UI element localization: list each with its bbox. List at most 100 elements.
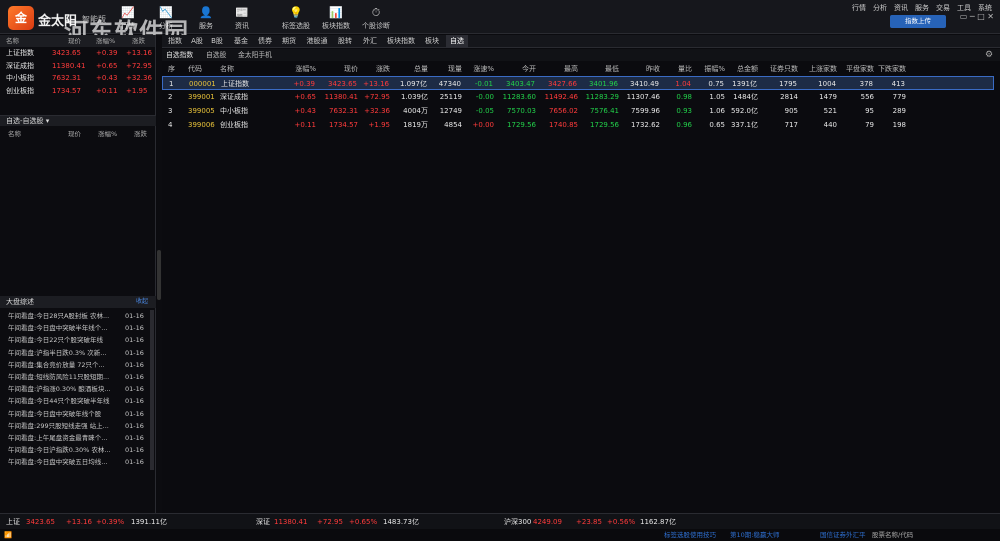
news-collapse-link[interactable]: 收起	[136, 296, 148, 308]
toolbar-trend-button[interactable]: 📉 分析	[146, 6, 186, 31]
tab-6[interactable]: 港股通	[302, 35, 332, 48]
header-cell[interactable]: 证券只数	[770, 62, 798, 76]
news-headline: 午间看盘:今日22只个股突破年线	[8, 336, 103, 345]
toolbar-tag-select-button[interactable]: 💡 标签选股	[276, 6, 316, 31]
table-cell: 1740.85	[549, 121, 578, 129]
settings-gear-icon[interactable]: ⚙	[985, 50, 993, 60]
index-row[interactable]: 上证指数 3423.65 +0.39 +13.16	[0, 47, 155, 60]
index-pct: +0.65	[96, 61, 118, 70]
header-cell[interactable]: 总金额	[737, 62, 758, 76]
header-cell[interactable]: 振幅%	[704, 62, 725, 76]
tab-9[interactable]: 板块指数	[384, 35, 418, 48]
header-cell[interactable]: 现价	[344, 62, 358, 76]
index-row[interactable]: 深证成指 11380.41 +0.65 +72.95	[0, 60, 155, 73]
news-item[interactable]: 午间看盘:今日盘中突破五日均线... 01-16	[0, 456, 156, 468]
tab-10[interactable]: 板块	[420, 35, 444, 48]
news-item[interactable]: 午间看盘:沪指涨0.30% 酿酒板块... 01-16	[0, 383, 156, 395]
subtab-1[interactable]: 自选股	[206, 49, 226, 61]
menu-item-2[interactable]: 资讯	[894, 4, 908, 12]
header-cell[interactable]: 下跌家数	[878, 62, 906, 76]
status-issue-link[interactable]: 第10期:稳赢大师	[730, 529, 779, 541]
table-row[interactable]: 3 399005 中小板指 +0.43 7632.31 +32.36 4004万 12749 -…	[162, 104, 994, 118]
table-row[interactable]: 2 399001 深证成指 +0.65 11380.41 +72.95 1.039亿 2511…	[162, 90, 994, 104]
table-row[interactable]: 1 000001 上证指数 +0.39 3423.65 +13.16 1.097亿 47340…	[162, 76, 994, 90]
news-date: 01-16	[125, 360, 144, 369]
subtab-0[interactable]: 自选指数	[166, 49, 193, 61]
news-date: 01-16	[125, 372, 144, 381]
table-cell: 12749	[439, 107, 462, 115]
news-item[interactable]: 午间看盘:今日44只个股突破半年线 01-16	[0, 395, 156, 407]
header-cell[interactable]: 今开	[522, 62, 536, 76]
news-item[interactable]: 午间看盘:今日沪指跌0.30% 农林... 01-16	[0, 444, 156, 456]
news-item[interactable]: 午间看盘:集合竞价放量 72只个... 01-16	[0, 359, 156, 371]
menu-item-5[interactable]: 工具	[957, 4, 971, 12]
tab-5[interactable]: 期货	[278, 35, 300, 48]
subtab-2[interactable]: 金太阳手机	[238, 49, 272, 61]
header-cell[interactable]: 量比	[678, 62, 692, 76]
toolbar-line-chart-button[interactable]: 📈 行情	[108, 6, 148, 31]
status-tip-link[interactable]: 标签选股使用技巧	[664, 529, 716, 541]
header-cell[interactable]: 最低	[605, 62, 619, 76]
watchlist-selector[interactable]: 自选-自选股 ▾	[0, 115, 156, 126]
header-cell[interactable]: 总量	[414, 62, 428, 76]
toolbar-bar-index-button[interactable]: 📊 板块指数	[316, 6, 356, 31]
toolbar-news-button[interactable]: 📰 资讯	[222, 6, 262, 31]
collapse-handle[interactable]	[157, 250, 161, 300]
index-name: 上证指数	[6, 49, 34, 57]
table-cell: 11307.46	[626, 93, 660, 101]
window-controls[interactable]: ▭ ─ □ ✕	[960, 12, 994, 21]
table-cell: 521	[823, 107, 837, 115]
header-cell[interactable]: 涨速%	[473, 62, 494, 76]
header-cell[interactable]: 昨收	[646, 62, 660, 76]
header-cell[interactable]: 平盘家数	[846, 62, 874, 76]
toolbar-gauge-button[interactable]: ⏱ 个股诊断	[356, 6, 396, 31]
index-row[interactable]: 创业板指 1734.57 +0.11 +1.95	[0, 85, 155, 98]
news-item[interactable]: 午间看盘:沪指半日跌0.3% 次新... 01-16	[0, 347, 156, 359]
news-item[interactable]: 午间看盘:短线防风险11只股短期... 01-16	[0, 371, 156, 383]
header-cell[interactable]: 涨跌	[376, 62, 390, 76]
news-item[interactable]: 午间看盘:299只股短线走强 站上... 01-16	[0, 420, 156, 432]
index-row[interactable]: 中小板指 7632.31 +0.43 +32.36	[0, 72, 155, 85]
table-cell: 413	[891, 80, 905, 88]
news-item[interactable]: 午间看盘:今日盘中突破半年线个... 01-16	[0, 322, 156, 334]
upload-button[interactable]: 指数上传	[890, 15, 946, 28]
table-cell: 95	[865, 107, 874, 115]
header-cell[interactable]: 代码	[188, 62, 202, 76]
news-item[interactable]: 午间看盘:今日盘中突破年线个股 01-16	[0, 408, 156, 420]
menu-item-3[interactable]: 服务	[915, 4, 929, 12]
status-broker-link[interactable]: 国信证券外汇平	[820, 529, 866, 541]
toolbar-user-service-button[interactable]: 👤 服务	[186, 6, 226, 31]
tab-2[interactable]: B股	[207, 35, 227, 48]
tab-4[interactable]: 债券	[254, 35, 276, 48]
menu-item-4[interactable]: 交易	[936, 4, 950, 12]
header-cell[interactable]: 现量	[448, 62, 462, 76]
index-chg: +1.95	[126, 86, 148, 95]
tab-11[interactable]: 自选	[446, 35, 468, 48]
header-cell[interactable]: 涨幅%	[295, 62, 316, 76]
menu-item-0[interactable]: 行情	[852, 4, 866, 12]
news-scrollbar[interactable]	[150, 310, 154, 470]
tab-3[interactable]: 基金	[230, 35, 252, 48]
tab-0[interactable]: 指数	[164, 35, 186, 48]
table-cell: 1795	[779, 80, 797, 88]
tab-7[interactable]: 股转	[334, 35, 356, 48]
news-icon: 📰	[235, 6, 249, 19]
menu-item-1[interactable]: 分析	[873, 4, 887, 12]
menu-item-6[interactable]: 系统	[978, 4, 992, 12]
table-row[interactable]: 4 399006 创业板指 +0.11 1734.57 +1.95 1819万 4854 +0.…	[162, 118, 994, 132]
table-cell: 1.097亿	[399, 80, 427, 88]
header-cell[interactable]: 序	[168, 62, 175, 76]
header-cell[interactable]: 上涨家数	[809, 62, 837, 76]
header-cell[interactable]: 最高	[564, 62, 578, 76]
header-cell[interactable]: 名称	[220, 62, 234, 76]
stock-search-input[interactable]: 股票名称/代码	[872, 529, 913, 541]
tab-8[interactable]: 外汇	[358, 35, 382, 48]
news-item[interactable]: 午间看盘:上午尾盘资金最青睐个... 01-16	[0, 432, 156, 444]
app-logo-icon: 金	[8, 6, 34, 30]
tab-1[interactable]: A股	[188, 35, 206, 48]
news-item[interactable]: 午间看盘:今日22只个股突破年线 01-16	[0, 334, 156, 346]
table-cell: 深证成指	[220, 93, 248, 101]
toolbar-label: 服务	[199, 22, 213, 30]
news-item[interactable]: 午间看盘:今日28只A股封板 农林... 01-16	[0, 310, 156, 322]
trend-icon: 📉	[159, 6, 173, 19]
